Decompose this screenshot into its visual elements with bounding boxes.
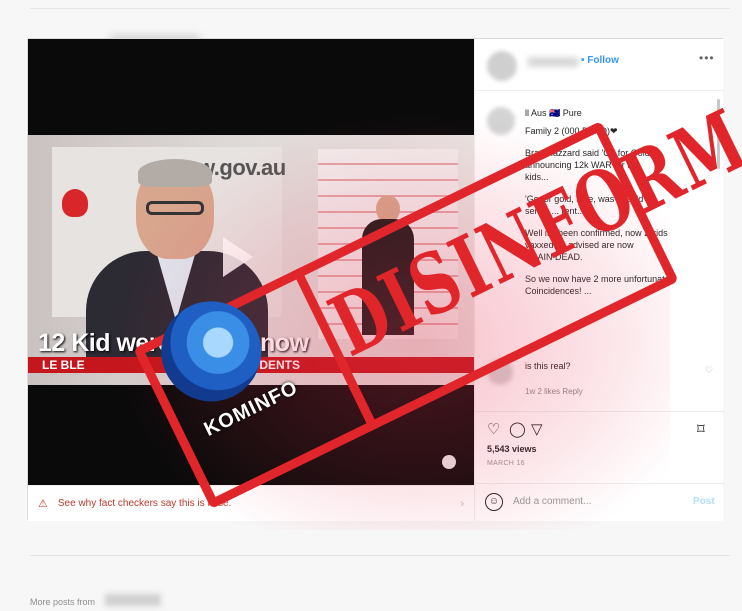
comment-avatar — [487, 359, 513, 385]
caption-line: kids... — [525, 172, 549, 182]
fact-check-text: See why fact checkers say this is false. — [57, 498, 232, 509]
heart-icon[interactable]: ♡ — [487, 420, 500, 438]
caption-line: vaxxed as advised are now — [525, 240, 634, 250]
emoji-icon[interactable]: ☺ — [485, 493, 503, 511]
caption-line: 'Go for gold, safe, was a Gold — [525, 194, 644, 204]
avatar[interactable] — [487, 51, 517, 81]
caption-line: So we now have 2 more unfortunate — [525, 274, 670, 284]
view-count[interactable]: 5,543 views — [487, 444, 537, 454]
video-caption: 12 Kid were ol an s now — [38, 329, 309, 357]
caption-line: announcing 12k WAR for the — [525, 160, 640, 170]
video-player[interactable]: w.gov.au 12 Kid were ol an s now FOR HSC… — [28, 39, 474, 485]
caption-line: sense ... rent... — [525, 206, 585, 216]
top-divider — [30, 8, 730, 9]
bookmark-icon[interactable]: ⌑ — [697, 420, 705, 438]
more-posts-user-blurred[interactable] — [105, 594, 161, 606]
username-blurred[interactable] — [527, 57, 579, 67]
warning-icon: ⚠ — [38, 498, 48, 510]
comment-icon[interactable]: ◯ — [509, 420, 526, 438]
sign-interpreter — [358, 195, 418, 335]
play-icon[interactable] — [223, 237, 253, 277]
mute-icon[interactable] — [442, 455, 456, 469]
post-header: • Follow ••• — [475, 39, 724, 91]
caption-line: Family 2 (000 DEAD)❤ — [525, 126, 618, 136]
chevron-right-icon: › — [460, 497, 464, 510]
news-ticker-left: LE BLE — [42, 358, 85, 372]
comment-bar: ☺ Add a comment... Post — [475, 483, 724, 521]
caption-line: Brad Hazzard said 'Go for Gold' — [525, 148, 652, 158]
page: w.gov.au 12 Kid were ol an s now FOR HSC… — [0, 0, 742, 611]
news-ticker: FOR HSC STUDENTS — [28, 357, 474, 373]
fact-check-banner[interactable]: ⚠ See why fact checkers say this is fals… — [28, 485, 474, 521]
caption-line: Coincidences! ... — [525, 286, 592, 296]
more-posts-label: More posts from — [30, 597, 96, 607]
post-date: MARCH 16 — [487, 460, 525, 467]
comment-input[interactable]: Add a comment... — [513, 496, 591, 507]
post-caption: ll Aus 🇦🇺 Pure Family 2 (000 DEAD)❤ Brad… — [475, 91, 724, 411]
instagram-post: w.gov.au 12 Kid were ol an s now FOR HSC… — [27, 38, 724, 521]
comment-meta[interactable]: 1w 2 likes Reply — [525, 387, 583, 396]
comment-text: is this real? — [525, 361, 571, 371]
post-actions: ♡ ◯ ▽ ⌑ 5,543 views MARCH 16 — [475, 411, 724, 483]
follow-button[interactable]: • Follow — [581, 55, 619, 66]
caption-line: BRAIN DEAD. — [525, 252, 583, 262]
share-icon[interactable]: ▽ — [531, 420, 543, 438]
more-options-icon[interactable]: ••• — [699, 51, 715, 65]
post-sidebar: • Follow ••• ll Aus 🇦🇺 Pure Family 2 (00… — [474, 39, 724, 521]
bottom-divider — [30, 555, 730, 556]
caption-line: Well it's been confirmed, now 2 kids — [525, 228, 668, 238]
caption-line: ll Aus 🇦🇺 Pure — [525, 108, 582, 118]
post-comment-button[interactable]: Post — [693, 496, 715, 507]
comment-like-icon[interactable]: ♡ — [705, 365, 713, 376]
